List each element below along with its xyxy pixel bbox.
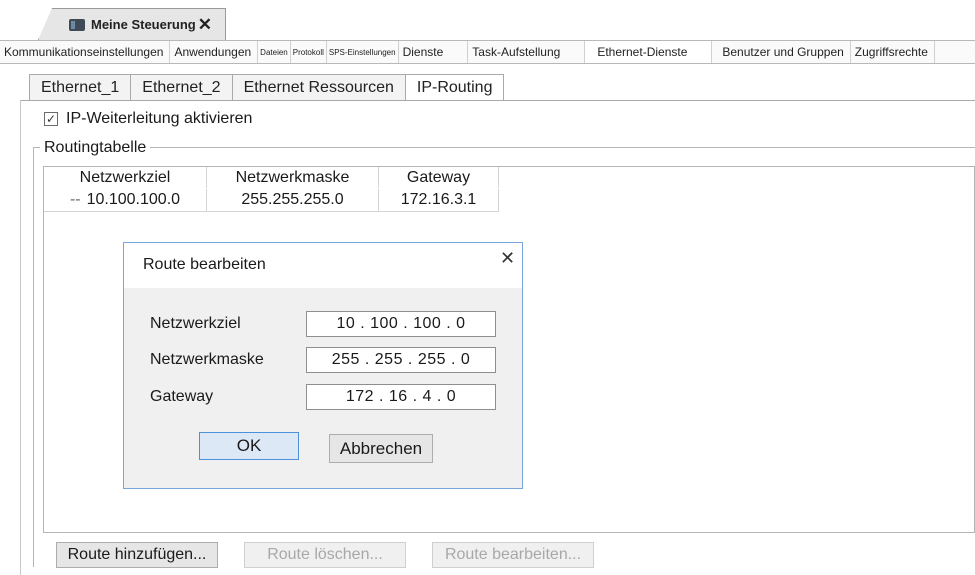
subtab-divider xyxy=(20,100,975,101)
tab-anwendungen[interactable]: Anwendungen xyxy=(170,41,259,63)
cell-destination: -- 10.100.100.0 xyxy=(44,189,207,211)
tab-kommunikationseinstellungen[interactable]: Kommunikationseinstellungen xyxy=(0,41,171,63)
routing-table-legend: Routingtabelle xyxy=(40,139,151,157)
add-route-button[interactable]: Route hinzufügen... xyxy=(56,542,218,568)
ip-forwarding-label: IP-Weiterleitung aktivieren xyxy=(66,110,253,127)
cancel-button[interactable]: Abbrechen xyxy=(329,434,433,463)
row-marker: -- xyxy=(69,191,81,208)
close-icon[interactable]: ✕ xyxy=(198,16,212,33)
column-header-netzwerkmaske[interactable]: Netzwerkmaske xyxy=(207,167,379,188)
dialog-body: Netzwerkziel 10 . 100 . 100 . 0 Netzwerk… xyxy=(124,288,522,488)
tab-protokoll[interactable]: Protokoll xyxy=(291,41,327,63)
tab-dateien[interactable]: Dateien xyxy=(258,41,291,63)
subtab-ethernet-ressourcen[interactable]: Ethernet Ressourcen xyxy=(231,74,405,101)
cell-gateway: 172.16.3.1 xyxy=(379,189,499,211)
table-row[interactable]: -- 10.100.100.0 255.255.255.0 172.16.3.1 xyxy=(44,189,499,211)
column-header-netzwerkziel[interactable]: Netzwerkziel xyxy=(44,167,207,188)
close-icon[interactable]: ✕ xyxy=(500,248,515,269)
destination-label: Netzwerkziel xyxy=(150,315,241,332)
gateway-ip-field[interactable]: 172 . 16 . 4 . 0 xyxy=(306,384,496,410)
ok-button[interactable]: OK xyxy=(199,432,299,460)
table-row-divider xyxy=(44,211,499,212)
ip-forwarding-checkbox[interactable]: ✓ xyxy=(44,112,58,126)
edit-route-button[interactable]: Route bearbeiten... xyxy=(432,542,594,568)
delete-route-button[interactable]: Route löschen... xyxy=(244,542,406,568)
dialog-title: Route bearbeiten xyxy=(143,256,266,273)
destination-ip-field[interactable]: 10 . 100 . 100 . 0 xyxy=(306,311,496,337)
subtab-ethernet-1[interactable]: Ethernet_1 xyxy=(29,74,131,101)
document-tabbar: Meine Steuerung ✕ xyxy=(0,0,975,40)
dialog-titlebar[interactable]: Route bearbeiten ✕ xyxy=(124,243,522,288)
document-tab-title: Meine Steuerung xyxy=(91,17,196,32)
subtab-ethernet-2[interactable]: Ethernet_2 xyxy=(130,74,232,101)
tab-task-aufstellung[interactable]: Task-Aufstellung xyxy=(468,41,586,63)
gateway-label: Gateway xyxy=(150,388,214,405)
mask-label: Netzwerkmaske xyxy=(150,351,264,368)
tab-sps-einstellungen[interactable]: SPS-Einstellungen xyxy=(327,41,399,63)
tab-zugriffsrechte[interactable]: Zugriffsrechte xyxy=(851,41,935,63)
route-edit-dialog: Route bearbeiten ✕ Netzwerkziel 10 . 100… xyxy=(123,242,523,489)
cell-mask: 255.255.255.0 xyxy=(207,189,379,211)
controller-icon xyxy=(69,18,85,31)
column-header-gateway[interactable]: Gateway xyxy=(379,167,499,188)
document-tab-meine-steuerung[interactable]: Meine Steuerung ✕ xyxy=(38,8,226,40)
mask-ip-field[interactable]: 255 . 255 . 255 . 0 xyxy=(306,347,496,373)
tab-ethernet-dienste[interactable]: Ethernet-Dienste xyxy=(585,41,713,63)
cell-destination-value: 10.100.100.0 xyxy=(86,191,181,208)
panel-border xyxy=(20,100,21,575)
routing-table-header: Netzwerkziel Netzwerkmaske Gateway xyxy=(44,167,499,188)
subtab-ip-routing[interactable]: IP-Routing xyxy=(404,74,505,101)
ip-forwarding-row: ✓ IP-Weiterleitung aktivieren xyxy=(44,110,252,128)
ethernet-subtabs: Ethernet_1 Ethernet_2 Ethernet Ressource… xyxy=(29,74,505,101)
tab-benutzer-und-gruppen[interactable]: Benutzer und Gruppen xyxy=(712,41,851,63)
category-tabbar: Kommunikationseinstellungen Anwendungen … xyxy=(0,40,975,64)
tab-dienste[interactable]: Dienste xyxy=(399,41,469,63)
